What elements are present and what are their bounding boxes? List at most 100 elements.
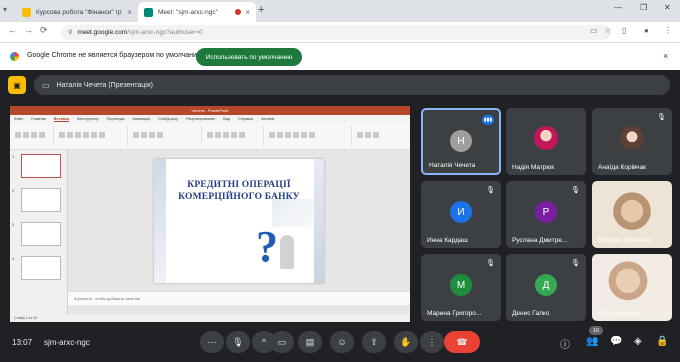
ppt-tab: Справка (238, 117, 254, 121)
ppt-tab: Рецензирование (185, 117, 216, 121)
ppt-tab: Анимация (132, 117, 151, 121)
url-host: meet.google.com (77, 29, 128, 36)
minimize-icon[interactable]: — (614, 3, 622, 12)
activities-icon[interactable]: ◈ (634, 336, 642, 347)
split-view-icon[interactable]: ▯ (622, 26, 626, 35)
people-icon[interactable]: 👥 (586, 336, 598, 347)
participant-tile[interactable]: Д 🎙 Денис Галко (506, 254, 586, 321)
set-default-button[interactable]: Использовать по умолчанию (196, 48, 302, 66)
camera-permission-icon[interactable]: ▭ (590, 26, 598, 35)
participant-tile[interactable]: М 🎙 Марина Григоро... (421, 254, 501, 321)
participant-name: Марина Григоро... (427, 310, 482, 317)
presenter-chip: ▭ Наталія Чечета (Презентація) (34, 75, 670, 95)
avatar (620, 126, 644, 150)
screen-share-icon: ▭ (42, 80, 50, 90)
back-button[interactable]: ← (8, 25, 17, 35)
site-info-icon[interactable]: ⚲ (68, 29, 72, 36)
close-infobar-icon[interactable]: × (663, 51, 668, 61)
mic-button[interactable]: 🎙 (226, 331, 250, 353)
chat-icon[interactable]: 💬 (610, 336, 622, 347)
url-path: /sjm-arxc-ngc?authuser=0 (127, 29, 203, 36)
thinking-figure-image (280, 235, 294, 269)
participant-name: Инна Кардаш (427, 237, 468, 244)
current-slide: КРЕДИТНІ ОПЕРАЦІЇ КОМЕРЦІЙНОГО БАНКУ ? (154, 159, 324, 283)
mic-off-icon: 🎙 (571, 187, 580, 194)
participant-tile[interactable]: И 🎙 Инна Кардаш (421, 181, 501, 248)
emoji-button[interactable]: ☺ (330, 331, 354, 353)
raise-hand-button[interactable]: ✋ (394, 331, 418, 353)
infobar-message: Google Chrome не является браузером по у… (27, 52, 203, 59)
profile-avatar-icon[interactable]: ● (644, 26, 649, 35)
question-mark-image: ? (256, 222, 278, 271)
new-tab-button[interactable]: + (258, 4, 264, 16)
avatar: Д (535, 274, 557, 296)
participant-tile[interactable]: Н ▮▮▮ Наталія Чечета (421, 108, 501, 175)
participant-tile[interactable]: Надія Матрюк (506, 108, 586, 175)
participant-name: Надія Матрюк (512, 164, 555, 171)
participant-name: Вікторія Папченко (598, 237, 653, 244)
slide-thumbnails: 1 2 3 4 (10, 150, 68, 322)
forward-button[interactable]: → (24, 25, 33, 35)
mic-off-icon: 🎙 (486, 187, 495, 194)
speaking-indicator-icon: ▮▮▮ (482, 115, 494, 125)
slide-thumbnail (21, 154, 61, 178)
thumb-number: 3 (12, 222, 15, 227)
participant-name: Денис Галко (512, 310, 550, 317)
close-window-icon[interactable]: ✕ (664, 3, 671, 12)
slide-title-line: КОМЕРЦІЙНОГО БАНКУ (178, 192, 300, 202)
browser-menu-icon[interactable]: ⋮ (664, 26, 672, 35)
close-tab-icon[interactable]: × (245, 8, 250, 17)
hang-up-button[interactable]: ☎ (444, 331, 480, 353)
docs-favicon-icon (22, 7, 31, 17)
slide-decoration (154, 159, 166, 283)
slide-title-line: КРЕДИТНІ ОПЕРАЦІЇ (187, 180, 291, 190)
ppt-tab: Главная (31, 117, 46, 121)
avatar: М (450, 274, 472, 296)
reload-button[interactable]: ⟳ (40, 25, 48, 36)
ribbon-group (268, 126, 352, 146)
participant-name: Наталія Чечета (429, 162, 476, 169)
ppt-tab: Конструктор (76, 117, 99, 121)
participant-count-badge: 10 (589, 326, 603, 335)
ribbon-group (14, 126, 54, 146)
slide-thumbnail (21, 256, 61, 280)
meet-area: ▣ ▭ Наталія Чечета (Презентація) Чечета … (0, 70, 680, 362)
tab-title: Meet: "sjm-arxc-ngc" (158, 8, 218, 16)
close-tab-icon[interactable]: × (127, 8, 132, 17)
tab-strip: ▾ Курсова робота "Фінанси" гр × Meet: "s… (0, 0, 680, 22)
tab-title: Курсова робота "Фінанси" гр (36, 8, 122, 16)
host-controls-icon[interactable]: 🔒 (656, 336, 668, 347)
avatar: Р (535, 201, 557, 223)
meeting-code: sjm-arxc-ngc (44, 338, 90, 347)
address-bar[interactable]: ⚲ meet.google.com/sjm-arxc-ngc?authuser=… (61, 25, 611, 40)
camera-button[interactable]: ▭ (270, 331, 294, 353)
ppt-tab: Переходы (106, 117, 125, 121)
maximize-icon[interactable]: ❐ (640, 3, 647, 12)
participant-tile[interactable]: Вікторія Папченко (592, 181, 672, 248)
participant-tile[interactable]: Юлія Альохіна (592, 254, 672, 321)
captions-button[interactable]: ▤ (298, 331, 322, 353)
shared-screen: Чечета - PowerPoint Файл Главная Вставка… (10, 106, 410, 322)
ppt-ribbon-tabs: Файл Главная Вставка Конструктор Переход… (10, 115, 410, 123)
notes-pane: Щелкните, чтобы добавить заметки (68, 291, 410, 305)
more-button[interactable]: ⋮ (420, 331, 444, 353)
participant-tile[interactable]: Р 🎙 Руслана Дмитре... (506, 181, 586, 248)
more-options-button[interactable]: ⋯ (200, 331, 224, 353)
participant-tile[interactable]: 🎙 Анаїда Корівчак (592, 108, 672, 175)
mic-off-icon: 🎙 (571, 260, 580, 267)
meet-favicon-icon (144, 7, 153, 17)
thumb-number: 4 (12, 256, 15, 261)
browser-tab-meet[interactable]: Meet: "sjm-arxc-ngc" × (138, 2, 256, 22)
ribbon-group (132, 126, 202, 146)
meeting-info-icon[interactable]: ⓘ (560, 336, 570, 351)
browser-tab-coursework[interactable]: Курсова робота "Фінанси" гр × (16, 2, 138, 22)
ribbon-group (206, 126, 264, 146)
bookmark-star-icon[interactable]: ☆ (604, 26, 611, 35)
participant-name: Руслана Дмитре... (512, 237, 568, 244)
ppt-tab: Слайд-шоу (158, 117, 178, 121)
avatar: Н (450, 130, 472, 152)
tab-search-icon[interactable]: ▾ (3, 5, 7, 14)
present-screen-button[interactable]: ⇪ (362, 331, 386, 353)
slide-thumbnail (21, 188, 61, 212)
ribbon-group (58, 126, 128, 146)
